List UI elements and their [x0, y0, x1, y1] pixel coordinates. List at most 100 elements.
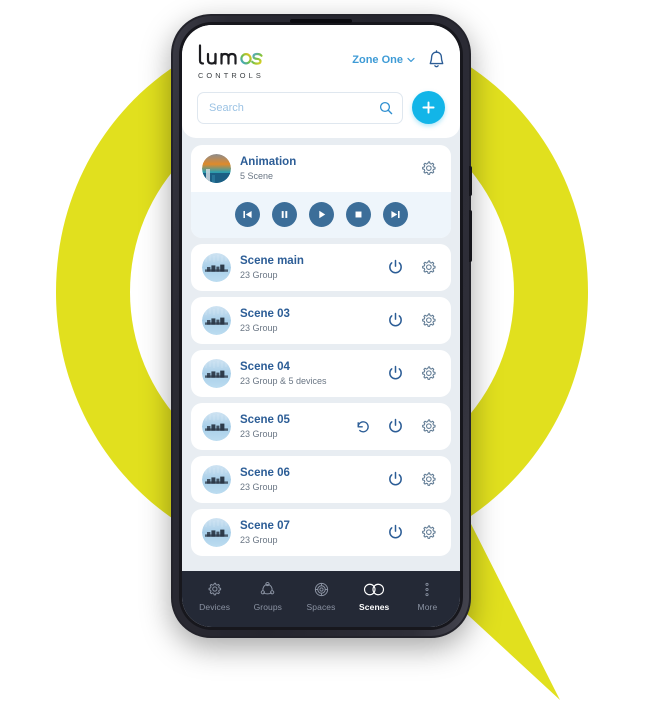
- scene-subtitle: 23 Group: [240, 482, 278, 492]
- scene-text: Scene 03 23 Group: [240, 307, 377, 334]
- header-top-row: CONTROLS Zone One: [197, 43, 445, 81]
- search-box[interactable]: [197, 91, 403, 124]
- scene-list[interactable]: Animation 5 Scene Scene main 23 Group Sc…: [182, 138, 460, 571]
- nav-item-groups[interactable]: Groups: [241, 581, 294, 612]
- scene-power-button[interactable]: [386, 470, 405, 489]
- scene-card[interactable]: Scene main 23 Group: [191, 244, 451, 291]
- scene-thumbnail-image: [202, 359, 231, 388]
- next-button[interactable]: [382, 202, 408, 227]
- play-button[interactable]: [308, 202, 334, 227]
- table-row[interactable]: Scene 04 23 Group & 5 devices: [191, 350, 451, 397]
- scene-thumbnail: [202, 518, 231, 547]
- phone-volume-button[interactable]: [469, 166, 472, 196]
- scene-text: Scene 05 23 Group: [240, 413, 344, 440]
- scene-card[interactable]: Scene 05 23 Group: [191, 403, 451, 450]
- animation-subtitle: 5 Scene: [240, 171, 274, 181]
- scene-thumbnail: [202, 412, 231, 441]
- scene-actions: [386, 523, 440, 542]
- animation-thumbnail-image: [202, 154, 231, 183]
- nodes-group-icon: [259, 581, 276, 599]
- bottom-navigation[interactable]: Devices Groups Spaces Scenes More: [182, 571, 460, 627]
- scene-card[interactable]: Scene 07 23 Group: [191, 509, 451, 556]
- scene-thumbnail-image: [202, 306, 231, 335]
- scene-power-button[interactable]: [386, 311, 405, 330]
- vertical-dots-icon: [425, 582, 429, 597]
- scene-settings-button[interactable]: [419, 523, 438, 542]
- scene-settings-button[interactable]: [419, 470, 438, 489]
- scene-thumbnail-image: [202, 465, 231, 494]
- scene-settings-button[interactable]: [419, 311, 438, 330]
- scene-card[interactable]: Scene 04 23 Group & 5 devices: [191, 350, 451, 397]
- power-icon: [389, 524, 402, 539]
- scene-thumbnail: [202, 306, 231, 335]
- scene-actions: [386, 258, 440, 277]
- animation-settings-button[interactable]: [419, 159, 438, 178]
- scene-card[interactable]: Scene 03 23 Group: [191, 297, 451, 344]
- play-icon: [318, 210, 325, 219]
- add-scene-button[interactable]: [412, 91, 445, 124]
- nav-item-more[interactable]: More: [401, 581, 454, 612]
- animation-thumbnail: [202, 154, 231, 183]
- scene-power-button[interactable]: [386, 523, 405, 542]
- phone-earpiece-speaker: [290, 19, 352, 23]
- animation-row[interactable]: Animation 5 Scene: [191, 145, 451, 192]
- search-icon[interactable]: [379, 101, 393, 115]
- scene-settings-button[interactable]: [419, 364, 438, 383]
- table-row[interactable]: Scene 07 23 Group: [191, 509, 451, 556]
- nav-item-label: Groups: [253, 601, 283, 612]
- header-right-group: Zone One: [352, 43, 445, 69]
- previous-button[interactable]: [234, 202, 260, 227]
- scene-thumbnail-image: [202, 518, 231, 547]
- scene-subtitle: 23 Group: [240, 323, 278, 333]
- bell-icon[interactable]: [428, 50, 445, 69]
- scene-title: Scene 04: [240, 361, 290, 373]
- animation-media-controls: [191, 192, 451, 238]
- scene-power-button[interactable]: [386, 417, 405, 436]
- scene-text: Scene 06 23 Group: [240, 466, 377, 493]
- phone-power-button[interactable]: [469, 210, 472, 262]
- skip-next-icon: [390, 210, 400, 219]
- scene-power-button[interactable]: [386, 364, 405, 383]
- scene-power-button[interactable]: [386, 258, 405, 277]
- animation-card[interactable]: Animation 5 Scene: [191, 145, 451, 238]
- scene-subtitle: 23 Group & 5 devices: [240, 376, 327, 386]
- layered-circles-icon: [313, 581, 330, 599]
- nodes-group-icon: [261, 581, 275, 595]
- nav-item-spaces[interactable]: Spaces: [294, 581, 347, 612]
- nav-item-scenes[interactable]: Scenes: [348, 581, 401, 612]
- gear-icon: [422, 313, 436, 327]
- pause-button[interactable]: [271, 202, 297, 227]
- chevron-down-icon: [407, 57, 415, 62]
- scene-settings-button[interactable]: [419, 417, 438, 436]
- scene-rows-container: Scene main 23 Group Scene 03 23 Group Sc…: [191, 244, 451, 556]
- gear-icon: [422, 419, 436, 433]
- scene-title: Scene 06: [240, 467, 290, 479]
- phone-screen: CONTROLS Zone One Search Animation 5 Sce…: [182, 25, 460, 627]
- scene-text: Scene 07 23 Group: [240, 519, 377, 546]
- gear-device-icon: [206, 581, 223, 599]
- scene-thumbnail: [202, 465, 231, 494]
- scene-thumbnail: [202, 359, 231, 388]
- table-row[interactable]: Scene 06 23 Group: [191, 456, 451, 503]
- scene-title: Scene 05: [240, 414, 290, 426]
- scene-card[interactable]: Scene 06 23 Group: [191, 456, 451, 503]
- table-row[interactable]: Scene main 23 Group: [191, 244, 451, 291]
- stop-button[interactable]: [345, 202, 371, 227]
- scene-text: Scene 04 23 Group & 5 devices: [240, 360, 377, 387]
- power-icon: [389, 418, 402, 433]
- scene-settings-button[interactable]: [419, 258, 438, 277]
- zone-selector[interactable]: Zone One: [352, 54, 415, 66]
- gear-device-icon: [208, 582, 222, 596]
- nav-item-devices[interactable]: Devices: [188, 581, 241, 612]
- gear-icon: [422, 260, 436, 274]
- nav-item-label: Scenes: [359, 601, 390, 612]
- table-row[interactable]: Scene 03 23 Group: [191, 297, 451, 344]
- table-row[interactable]: Scene 05 23 Group: [191, 403, 451, 450]
- app-header: CONTROLS Zone One: [182, 25, 460, 138]
- pause-icon: [281, 211, 287, 218]
- scene-title: Scene 07: [240, 520, 290, 532]
- power-icon: [389, 312, 402, 327]
- scene-restore-button[interactable]: [353, 417, 372, 436]
- scene-subtitle: 23 Group: [240, 535, 278, 545]
- search-input[interactable]: [209, 101, 379, 114]
